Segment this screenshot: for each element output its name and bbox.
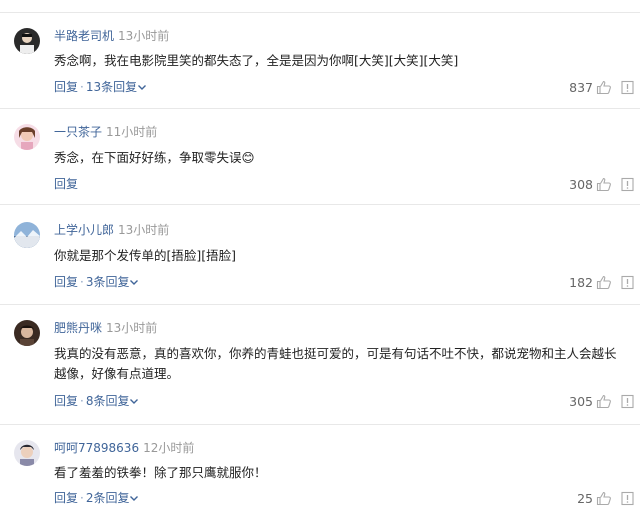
comment-actions: 回复 · 3条回复	[54, 274, 139, 290]
avatar[interactable]	[14, 222, 40, 248]
comment-tools: 837	[569, 79, 636, 95]
comment-meta: 呵呵77898636 12小时前	[54, 440, 194, 456]
like-count: 25	[577, 490, 593, 506]
thumbs-up-icon[interactable]	[596, 394, 612, 409]
reply-button[interactable]: 回复	[54, 491, 78, 505]
chevron-down-icon	[130, 280, 139, 285]
view-replies-button[interactable]: 2条回复	[86, 491, 140, 505]
comment-tools: 25	[577, 490, 636, 506]
thumbs-up-icon[interactable]	[596, 491, 612, 506]
comment-tools: 305	[569, 393, 636, 409]
comment-tools: 182	[569, 274, 636, 290]
comment-meta: 一只茶子 11小时前	[54, 124, 157, 140]
timestamp: 13小时前	[118, 223, 170, 237]
report-icon[interactable]	[618, 275, 636, 290]
report-icon[interactable]	[618, 177, 636, 192]
report-icon[interactable]	[618, 491, 636, 506]
comment-tools: 308	[569, 176, 636, 192]
username[interactable]: 半路老司机	[54, 29, 114, 43]
thumbs-up-icon[interactable]	[596, 275, 612, 290]
avatar[interactable]	[14, 440, 40, 466]
timestamp: 12小时前	[143, 441, 195, 455]
like-count: 308	[569, 176, 593, 192]
avatar[interactable]	[14, 28, 40, 54]
replies-count: 8条回复	[85, 394, 130, 408]
reply-button[interactable]: 回复	[54, 394, 78, 408]
separator-dot: ·	[80, 80, 84, 94]
comment-actions: 回复	[54, 176, 78, 192]
like-count: 837	[569, 79, 593, 95]
view-replies-button[interactable]: 13条回复	[86, 80, 147, 94]
username[interactable]: 一只茶子	[54, 125, 102, 139]
chevron-down-icon	[130, 399, 139, 404]
like-count: 182	[569, 274, 593, 290]
top-divider	[0, 12, 640, 13]
comment-divider	[0, 204, 640, 205]
username[interactable]: 肥熊丹咪	[54, 321, 102, 335]
comment-actions: 回复 · 8条回复	[54, 393, 139, 409]
username[interactable]: 呵呵77898636	[54, 441, 139, 455]
comment-divider	[0, 108, 640, 109]
comment-text: 你就是那个发传单的[捂脸][捂脸]	[54, 248, 237, 263]
view-replies-button[interactable]: 3条回复	[86, 275, 140, 289]
comment-text: 我真的没有恶意，真的喜欢你，你养的青蛙也挺可爱的，可是有句话不吐不快，都说宠物和…	[54, 346, 617, 381]
comment-meta: 上学小儿郎 13小时前	[54, 222, 169, 238]
avatar[interactable]	[14, 320, 40, 346]
report-icon[interactable]	[618, 394, 636, 409]
replies-count: 13条回复	[85, 80, 138, 94]
comment-actions: 回复 · 2条回复	[54, 490, 139, 506]
view-replies-button[interactable]: 8条回复	[86, 394, 140, 408]
comment-actions: 回复 · 13条回复	[54, 79, 147, 95]
comment-text: 看了羞羞的铁拳！除了那只鹰就服你！	[54, 465, 267, 480]
separator-dot: ·	[80, 275, 84, 289]
separator-dot: ·	[80, 394, 84, 408]
reply-button[interactable]: 回复	[54, 177, 78, 191]
chevron-down-icon	[130, 496, 139, 501]
comment-divider	[0, 424, 640, 425]
thumbs-up-icon[interactable]	[596, 80, 612, 95]
thumbs-up-icon[interactable]	[596, 177, 612, 192]
chevron-down-icon	[138, 85, 147, 90]
timestamp: 13小时前	[118, 29, 170, 43]
comment-meta: 半路老司机 13小时前	[54, 28, 169, 44]
avatar[interactable]	[14, 124, 40, 150]
report-icon[interactable]	[618, 80, 636, 95]
comment-divider	[0, 304, 640, 305]
separator-dot: ·	[80, 491, 84, 505]
reply-button[interactable]: 回复	[54, 275, 78, 289]
replies-count: 2条回复	[85, 491, 130, 505]
replies-count: 3条回复	[85, 275, 130, 289]
timestamp: 11小时前	[106, 125, 158, 139]
reply-button[interactable]: 回复	[54, 80, 78, 94]
comment-text: 秀念啊，我在电影院里笑的都失态了，全是是因为你啊[大笑][大笑][大笑]	[54, 53, 459, 68]
timestamp: 13小时前	[106, 321, 158, 335]
comment-meta: 肥熊丹咪 13小时前	[54, 320, 157, 336]
comment-text: 秀念，在下面好好练，争取零失误😊	[54, 150, 255, 165]
like-count: 305	[569, 393, 593, 409]
username[interactable]: 上学小儿郎	[54, 223, 114, 237]
